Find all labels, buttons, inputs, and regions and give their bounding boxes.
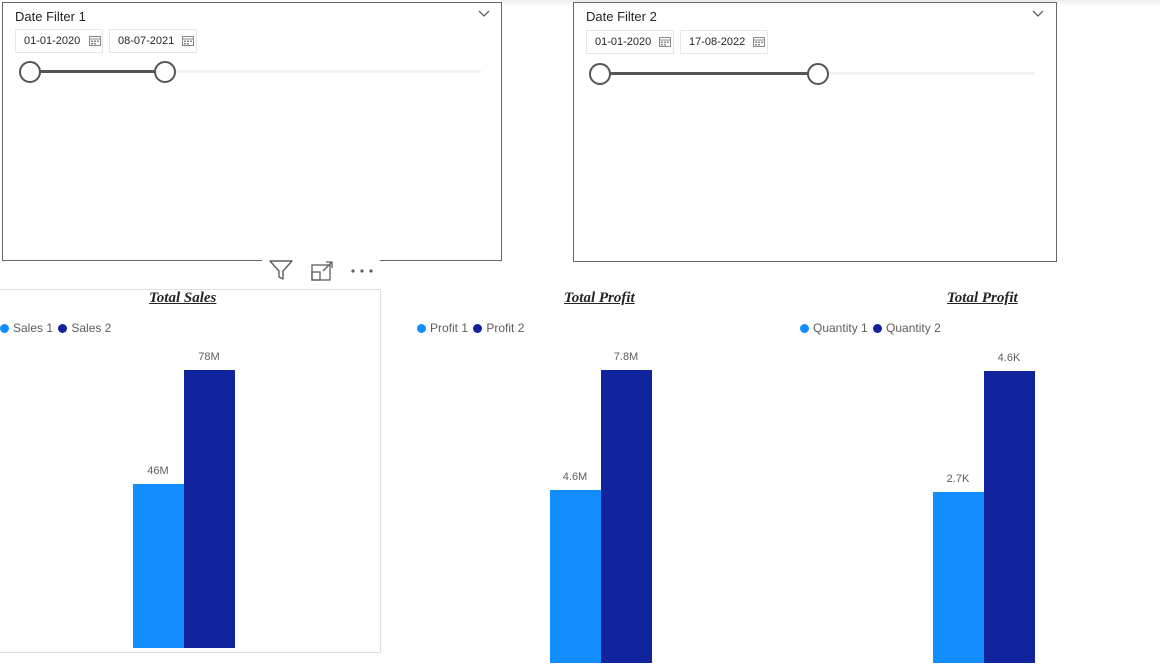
legend-label: Profit 1: [430, 321, 469, 335]
slicer-title: Date Filter 2: [586, 9, 657, 24]
chart-title-quantity: Total Profit: [947, 290, 1018, 306]
end-date-input[interactable]: 08-07-2021: [109, 29, 197, 53]
legend-dot-icon: [473, 324, 483, 333]
bar-sales-1[interactable]: [133, 484, 184, 648]
data-label-quantity-1: 2.7K: [946, 472, 970, 485]
legend-label: Profit 2: [486, 321, 525, 335]
legend-label: Quantity 2: [886, 321, 941, 335]
data-label-sales-1: 46M: [147, 465, 169, 478]
data-label-sales-2: 78M: [198, 351, 220, 363]
data-label-profit-2: 7.8M: [613, 351, 639, 363]
start-date-value: 01-01-2020: [595, 36, 652, 48]
bar-profit-2[interactable]: [601, 370, 652, 663]
filter-icon[interactable]: [268, 258, 294, 282]
chevron-down-icon[interactable]: [477, 8, 491, 18]
date-filter-1-slicer[interactable]: Date Filter 1 01-01-2020 08-07-2021: [2, 2, 502, 261]
calendar-icon[interactable]: [659, 36, 671, 47]
start-date-input[interactable]: 01-01-2020: [586, 30, 674, 54]
chevron-down-icon[interactable]: [1031, 8, 1045, 18]
calendar-icon[interactable]: [753, 36, 765, 47]
legend-item[interactable]: Quantity 1: [800, 321, 868, 335]
calendar-icon[interactable]: [89, 35, 101, 46]
end-date-value: 17-08-2022: [689, 36, 746, 48]
legend-label: Sales 1: [13, 321, 54, 335]
slider-start-handle[interactable]: [589, 63, 611, 85]
legend-item[interactable]: Sales 1: [0, 321, 53, 335]
more-options-icon[interactable]: [349, 262, 377, 278]
slider-end-handle[interactable]: [154, 61, 177, 83]
start-date-input[interactable]: 01-01-2020: [15, 29, 103, 53]
bar-profit-1[interactable]: [550, 490, 601, 663]
chart-title-sales: Total Sales: [149, 290, 217, 306]
end-date-input[interactable]: 17-08-2022: [680, 30, 768, 54]
slider-range-fill: [600, 72, 818, 75]
legend-dot-icon: [0, 324, 9, 333]
end-date-value: 08-07-2021: [118, 35, 175, 47]
legend-quantity: Quantity 1 Quantity 2: [800, 321, 943, 335]
legend-dot-icon: [58, 324, 68, 333]
bar-quantity-2[interactable]: [984, 371, 1035, 663]
legend-item[interactable]: Quantity 2: [873, 321, 941, 335]
legend-label: Sales 2: [71, 321, 112, 335]
focus-mode-icon[interactable]: [309, 259, 335, 283]
legend-profit: Profit 1 Profit 2: [417, 321, 526, 335]
legend-dot-icon: [873, 324, 883, 333]
legend-dot-icon: [800, 324, 809, 333]
legend-item[interactable]: Profit 2: [473, 321, 524, 335]
data-label-profit-1: 4.6M: [562, 471, 588, 484]
legend-label: Quantity 1: [813, 321, 868, 335]
calendar-icon[interactable]: [182, 35, 194, 46]
legend-item[interactable]: Profit 1: [417, 321, 468, 335]
legend-sales: Sales 1 Sales 2: [0, 321, 113, 335]
slicer-title: Date Filter 1: [15, 9, 86, 24]
slider-end-handle[interactable]: [806, 63, 829, 85]
legend-dot-icon: [417, 324, 426, 333]
slider-start-handle[interactable]: [19, 61, 41, 83]
date-filter-2-slicer[interactable]: Date Filter 2 01-01-2020 17-08-2022: [573, 2, 1057, 262]
data-label-quantity-2: 4.6K: [997, 352, 1021, 364]
bar-sales-2[interactable]: [184, 370, 235, 648]
legend-item[interactable]: Sales 2: [58, 321, 111, 335]
slider-range-fill: [30, 70, 166, 73]
chart-title-profit: Total Profit: [564, 290, 635, 306]
bar-quantity-1[interactable]: [933, 491, 984, 663]
start-date-value: 01-01-2020: [24, 35, 81, 47]
